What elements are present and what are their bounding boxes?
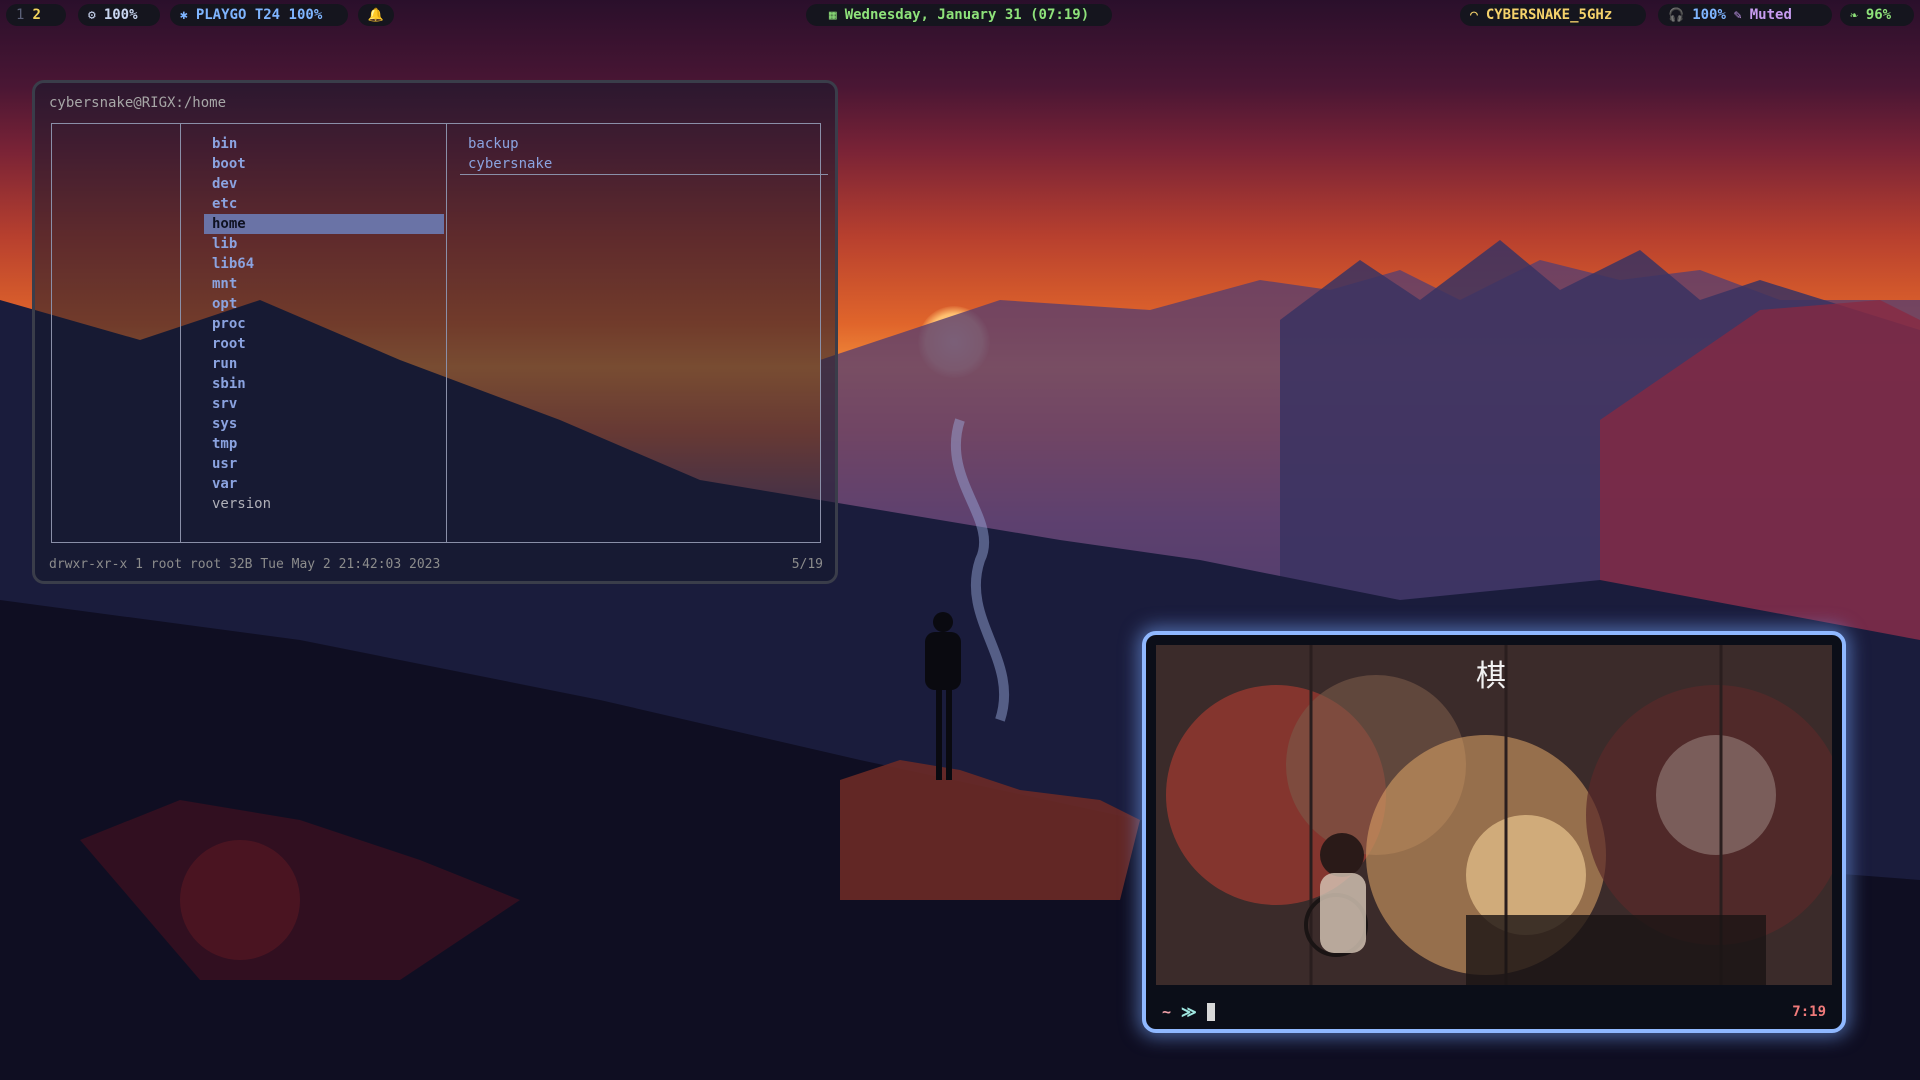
preview-entry-backup[interactable]: backup bbox=[460, 134, 828, 154]
audio-widget[interactable]: 🎧 100% ✎ Muted bbox=[1658, 4, 1832, 26]
directory-entry-var[interactable]: var bbox=[204, 474, 444, 494]
terminal-prompt[interactable]: ~ ≫ bbox=[1162, 1003, 1215, 1021]
workspace-1-button[interactable]: 1 bbox=[16, 7, 24, 23]
directory-list[interactable]: bin boot dev etc home lib lib64 mnt opt proc root r… bbox=[204, 134, 444, 514]
directory-entry-dev[interactable]: dev bbox=[204, 174, 444, 194]
wifi-widget[interactable]: ◠ CYBERSNAKE_5GHz bbox=[1460, 4, 1646, 26]
directory-entry-run[interactable]: run bbox=[204, 354, 444, 374]
pane-divider-left bbox=[180, 124, 181, 542]
wifi-icon: ◠ bbox=[1470, 7, 1478, 23]
file-status-line: drwxr-xr-x 1 root root 32B Tue May 2 21:… bbox=[49, 557, 441, 572]
preview-entry-cybersnake[interactable]: cybersnake bbox=[460, 154, 828, 175]
directory-entry-usr[interactable]: usr bbox=[204, 454, 444, 474]
calendar-icon: ▦ bbox=[828, 7, 837, 23]
notification-button[interactable]: 🔔 bbox=[358, 4, 394, 26]
preview-list[interactable]: backup cybersnake bbox=[460, 134, 828, 175]
headphones-value: 100% bbox=[1692, 7, 1726, 23]
directory-entry-lib64[interactable]: lib64 bbox=[204, 254, 444, 274]
directory-entry-proc[interactable]: proc bbox=[204, 314, 444, 334]
directory-entry-bin[interactable]: bin bbox=[204, 134, 444, 154]
cpu-value: 100% bbox=[103, 7, 138, 23]
terminal-cursor[interactable] bbox=[1206, 1003, 1215, 1021]
bluetooth-widget[interactable]: ✱ PLAYGO T24 100% bbox=[170, 4, 348, 26]
battery-leaf-icon: ❧ bbox=[1850, 7, 1858, 23]
battery-value: 96% bbox=[1865, 7, 1892, 23]
mic-label: Muted bbox=[1749, 7, 1792, 23]
bluetooth-label: PLAYGO T24 100% bbox=[195, 7, 323, 23]
file-position-counter: 5/19 bbox=[791, 557, 823, 572]
workspace-switcher[interactable]: 1 2 bbox=[6, 4, 66, 26]
gear-icon: ⚙ bbox=[88, 7, 96, 23]
terminal-window[interactable]: 棋 ~ ≫ 7:19 bbox=[1142, 631, 1846, 1033]
bell-icon: 🔔 bbox=[367, 7, 385, 23]
headphones-icon: 🎧 bbox=[1668, 7, 1685, 23]
directory-entry-sys[interactable]: sys bbox=[204, 414, 444, 434]
directory-entry-root[interactable]: root bbox=[204, 334, 444, 354]
wifi-ssid: CYBERSNAKE_5GHz bbox=[1485, 7, 1613, 23]
clock-text: Wednesday, January 31 (07:19) bbox=[844, 7, 1090, 23]
pane-divider-right bbox=[446, 124, 447, 542]
workspace-2-button[interactable]: 2 bbox=[32, 7, 40, 23]
file-manager-panes: bin boot dev etc home lib lib64 mnt opt proc root r… bbox=[51, 123, 828, 543]
directory-entry-sbin[interactable]: sbin bbox=[204, 374, 444, 394]
artwork-glyph: 棋 bbox=[1476, 659, 1506, 694]
artwork-shapes bbox=[1156, 645, 1832, 985]
prompt-cwd: ~ bbox=[1162, 1003, 1172, 1021]
terminal-time: 7:19 bbox=[1792, 1004, 1826, 1020]
file-manager-window[interactable]: cybersnake@RIGX:/home bin boot dev etc home l… bbox=[32, 80, 838, 584]
directory-entry-lib[interactable]: lib bbox=[204, 234, 444, 254]
clock-widget[interactable]: ▦ Wednesday, January 31 (07:19) bbox=[806, 4, 1112, 26]
bluetooth-icon: ✱ bbox=[180, 7, 188, 23]
cpu-widget[interactable]: ⚙ 100% bbox=[78, 4, 160, 26]
terminal-artwork-image: 棋 bbox=[1156, 645, 1832, 985]
directory-entry-home[interactable]: home bbox=[204, 214, 444, 234]
mic-muted-icon: ✎ bbox=[1733, 7, 1742, 23]
directory-entry-etc[interactable]: etc bbox=[204, 194, 444, 214]
directory-entry-mnt[interactable]: mnt bbox=[204, 274, 444, 294]
prompt-arrow-icon: ≫ bbox=[1181, 1003, 1197, 1021]
file-manager-title: cybersnake@RIGX:/home bbox=[49, 95, 227, 111]
directory-entry-tmp[interactable]: tmp bbox=[204, 434, 444, 454]
directory-entry-version[interactable]: version bbox=[204, 494, 444, 514]
directory-entry-srv[interactable]: srv bbox=[204, 394, 444, 414]
directory-entry-boot[interactable]: boot bbox=[204, 154, 444, 174]
directory-entry-opt[interactable]: opt bbox=[204, 294, 444, 314]
battery-widget[interactable]: ❧ 96% bbox=[1840, 4, 1914, 26]
